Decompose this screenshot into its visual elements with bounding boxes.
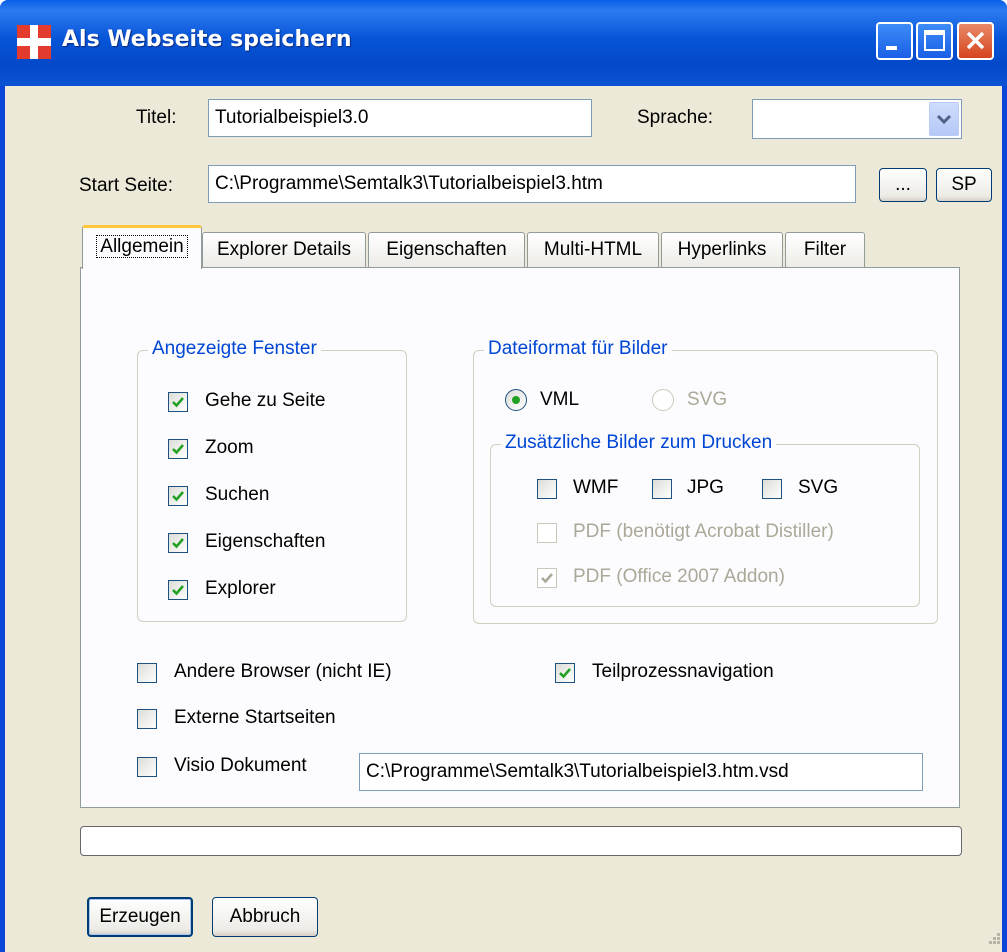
gehe-zu-seite-label: Gehe zu Seite — [205, 390, 326, 411]
erzeugen-button[interactable]: Erzeugen — [87, 897, 193, 937]
svg-print-label: SVG — [798, 477, 839, 498]
teilprozess-checkbox[interactable] — [555, 663, 575, 683]
jpg-label: JPG — [687, 477, 724, 498]
externe-startseiten-checkbox[interactable] — [137, 709, 157, 729]
minimize-icon — [886, 46, 897, 50]
visio-path-input[interactable]: C:\Programme\Semtalk3\Tutorialbeispiel3.… — [359, 753, 923, 791]
abbruch-button[interactable]: Abbruch — [212, 897, 318, 937]
dateiformat-title: Dateiformat für Bilder — [484, 338, 672, 360]
eigenschaften-label: Eigenschaften — [205, 531, 326, 552]
close-button[interactable] — [957, 22, 994, 60]
minimize-button[interactable] — [876, 22, 913, 60]
maximize-icon — [924, 30, 945, 51]
visio-dokument-checkbox[interactable] — [137, 757, 157, 777]
andere-browser-checkbox[interactable] — [137, 663, 157, 683]
suchen-checkbox[interactable] — [168, 486, 188, 506]
svg-radio — [652, 389, 674, 411]
progress-bar — [80, 826, 962, 856]
externe-startseiten-label: Externe Startseiten — [174, 707, 336, 728]
app-icon — [17, 25, 51, 59]
checkmark-icon — [559, 668, 571, 679]
pdf-office-label: PDF (Office 2007 Addon) — [573, 566, 785, 587]
title-bar[interactable]: Als Webseite speichern — [0, 0, 1007, 86]
sprache-dropdown-button[interactable] — [929, 102, 959, 136]
tab-multi-html[interactable]: Multi-HTML — [527, 232, 659, 268]
explorer-checkbox[interactable] — [168, 580, 188, 600]
pdf-office-checkbox — [537, 568, 557, 588]
tab-explorer-details[interactable]: Explorer Details — [202, 232, 366, 268]
svg-radio-label: SVG — [687, 389, 728, 410]
sprache-select[interactable] — [752, 99, 962, 139]
start-seite-input[interactable]: C:\Programme\Semtalk3\Tutorialbeispiel3.… — [208, 165, 856, 203]
suchen-label: Suchen — [205, 484, 270, 505]
checkmark-icon — [172, 585, 184, 596]
explorer-label: Explorer — [205, 578, 276, 599]
eigenschaften-checkbox[interactable] — [168, 533, 188, 553]
tab-panel-allgemein: Angezeigte Fenster Gehe zu Seite Zoom Su… — [80, 267, 960, 808]
resize-grip-icon[interactable] — [984, 930, 1002, 948]
chevron-down-icon — [936, 114, 952, 125]
tab-allgemein-label: Allgemein — [96, 235, 188, 258]
zoom-label: Zoom — [205, 437, 254, 458]
radio-selected-dot — [512, 396, 520, 404]
tab-filter[interactable]: Filter — [785, 232, 865, 268]
window-title: Als Webseite speichern — [62, 27, 352, 52]
checkmark-icon — [541, 573, 553, 584]
pdf-acrobat-label: PDF (benötigt Acrobat Distiller) — [573, 521, 834, 542]
zusaetzliche-bilder-title: Zusätzliche Bilder zum Drucken — [501, 432, 777, 454]
gehe-zu-seite-checkbox[interactable] — [168, 392, 188, 412]
sp-button[interactable]: SP — [936, 168, 992, 202]
vml-label: VML — [540, 389, 580, 410]
checkmark-icon — [172, 397, 184, 408]
teilprozess-label: Teilprozessnavigation — [592, 661, 774, 682]
tab-hyperlinks[interactable]: Hyperlinks — [661, 232, 783, 268]
visio-dokument-label: Visio Dokument — [174, 755, 307, 776]
vml-radio[interactable] — [505, 389, 527, 411]
titel-label: Titel: — [136, 107, 177, 128]
wmf-checkbox[interactable] — [537, 479, 557, 499]
start-seite-label: Start Seite: — [79, 175, 173, 196]
checkmark-icon — [172, 491, 184, 502]
maximize-button[interactable] — [916, 22, 953, 60]
checkmark-icon — [172, 444, 184, 455]
jpg-checkbox[interactable] — [652, 479, 672, 499]
pdf-acrobat-checkbox — [537, 523, 557, 543]
browse-button[interactable]: ... — [879, 168, 927, 202]
checkmark-icon — [172, 538, 184, 549]
sprache-label: Sprache: — [637, 107, 714, 128]
dialog-window: Als Webseite speichern Titel: Tutorialbe… — [0, 0, 1007, 952]
svg-print-checkbox[interactable] — [762, 479, 782, 499]
tab-eigenschaften[interactable]: Eigenschaften — [368, 232, 525, 268]
titel-input[interactable]: Tutorialbeispiel3.0 — [208, 99, 592, 137]
wmf-label: WMF — [573, 477, 619, 498]
angezeigte-fenster-title: Angezeigte Fenster — [148, 338, 321, 360]
tab-allgemein[interactable]: Allgemein — [82, 225, 202, 269]
close-icon — [966, 31, 985, 50]
zoom-checkbox[interactable] — [168, 439, 188, 459]
andere-browser-label: Andere Browser (nicht IE) — [174, 661, 392, 682]
